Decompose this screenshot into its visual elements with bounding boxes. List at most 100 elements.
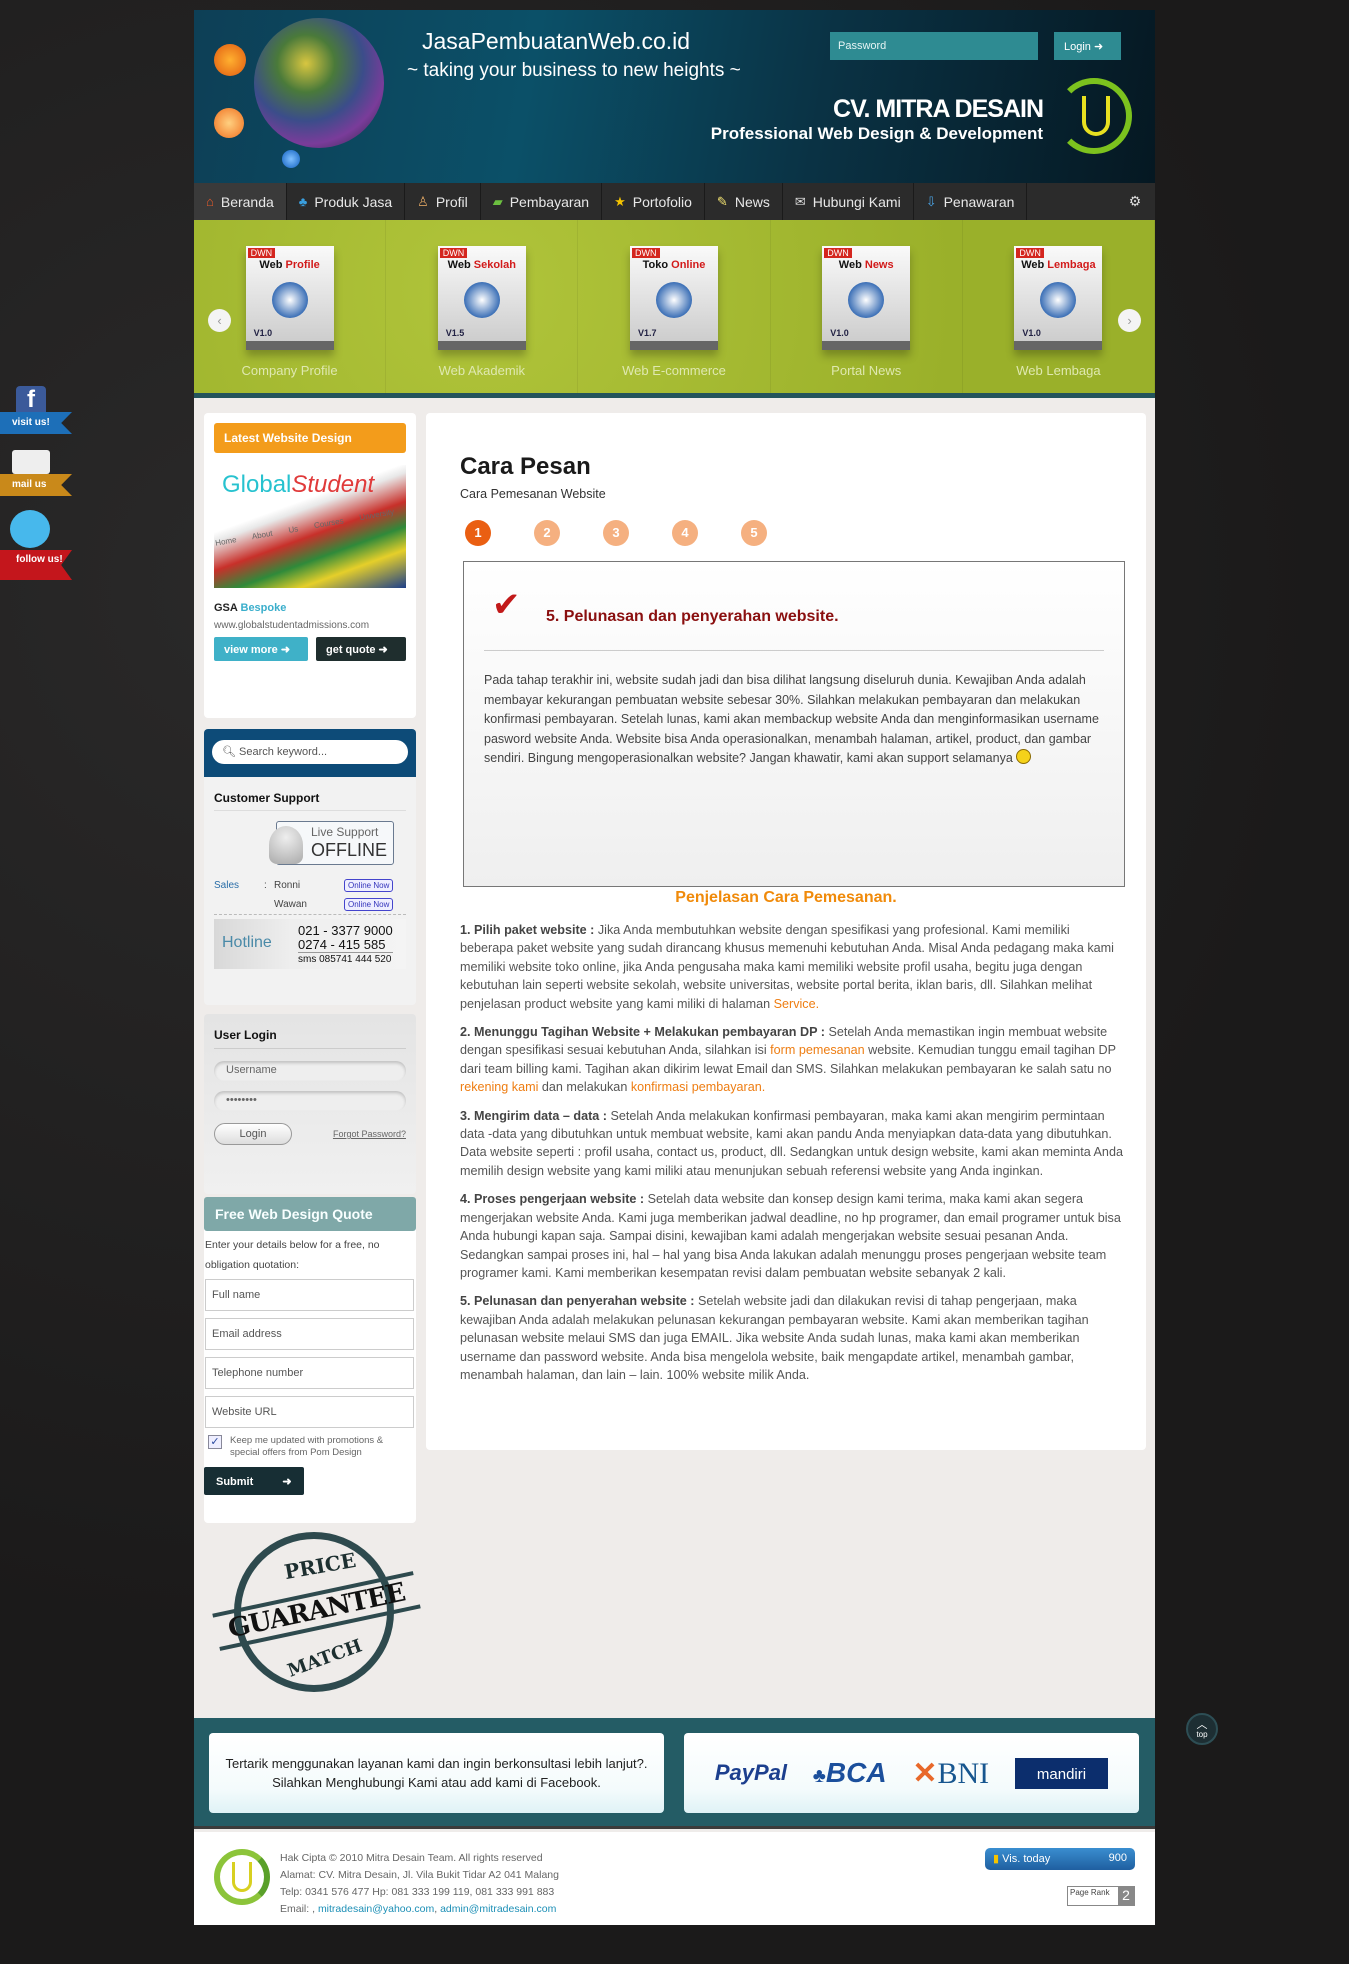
inline-link[interactable]: . (762, 1080, 766, 1094)
nav-item-profil[interactable]: ♙ Profil (405, 183, 481, 220)
explanation-list: 1. Pilih paket website : Jika Anda membu… (460, 921, 1124, 1394)
star-icon: ★ (614, 193, 626, 209)
envelope-icon (12, 450, 50, 474)
step-tab-5[interactable]: 5 (741, 520, 767, 546)
firefox-icon (214, 44, 246, 76)
search-input[interactable]: 🔍︎ Search keyword... (212, 740, 408, 764)
email-link[interactable]: admin@mitradesain.com (440, 1903, 556, 1915)
paragraph-text: dan melakukan (538, 1080, 631, 1095)
contact-band: Tertarik menggunakan layanan kami dan in… (194, 1718, 1155, 1829)
username-input[interactable]: Username (214, 1061, 406, 1081)
price-guarantee-stamp: PRICE GUARANTEE MATCH (212, 1532, 421, 1697)
nav-label: Produk Jasa (314, 193, 393, 210)
gear-icon[interactable]: ⚙ (1115, 183, 1155, 220)
explanation-paragraph: 4. Proses pengerjaan website : Setelah d… (460, 1190, 1124, 1282)
consultation-box: Tertarik menggunakan layanan kami dan in… (209, 1733, 664, 1813)
twitter-bird-icon (10, 510, 50, 548)
page-container: JasaPembuatanWeb.co.id ~ taking your bus… (194, 10, 1156, 1925)
inline-link[interactable]: . (816, 997, 820, 1011)
online-now-badge[interactable]: Online Now (344, 898, 394, 911)
paragraph-heading: 3. Mengirim data – data : (460, 1108, 607, 1123)
nav-item-hubungi-kami[interactable]: ✉ Hubungi Kami (783, 183, 914, 220)
search-icon: 🔍︎ (222, 746, 236, 758)
paragraph-heading: 5. Pelunasan dan penyerahan website : (460, 1294, 695, 1309)
company-logo-u (1082, 96, 1110, 136)
slider-next-button[interactable]: › (1118, 309, 1141, 332)
website-url-input[interactable]: Website URL (205, 1396, 414, 1428)
header: JasaPembuatanWeb.co.id ~ taking your bus… (194, 10, 1155, 183)
slider-prev-button[interactable]: ‹ (208, 309, 231, 332)
promotions-checkbox[interactable]: ✓ (208, 1435, 222, 1449)
telephone-input[interactable]: Telephone number (205, 1357, 414, 1389)
nav-label: Pembayaran (509, 193, 590, 210)
nav-item-penawaran[interactable]: ⇩ Penawaran (914, 183, 1028, 220)
shapes-icon: ♣ (298, 194, 308, 209)
email-link[interactable]: mitradesain@yahoo.com (318, 1903, 434, 1915)
twitter-follow-button[interactable]: follow us! (0, 510, 76, 580)
step-tab-1[interactable]: 1 (465, 520, 491, 546)
latest-website-name: GSA Bespoke (214, 602, 287, 614)
facebook-icon: f (16, 386, 46, 416)
explanation-paragraph: 1. Pilih paket website : Jika Anda membu… (460, 921, 1124, 1013)
header-login-button[interactable]: Login ➜ (1054, 32, 1121, 60)
inline-link[interactable]: rekening kami (460, 1080, 538, 1094)
step-tab-2[interactable]: 2 (534, 520, 560, 546)
slider-item[interactable]: DWN Web Profile V1.0 Company Profile (194, 220, 387, 393)
header-login-label: Login (1064, 41, 1091, 53)
live-support-status[interactable]: Live Support OFFLINE (269, 821, 394, 865)
inline-link[interactable]: Service (774, 997, 816, 1011)
email-input[interactable]: Email address (205, 1318, 414, 1350)
company-name: CV. MITRA DESAIN (833, 95, 1044, 123)
page-subtitle: Cara Pemesanan Website (460, 487, 606, 501)
mail-us-button[interactable]: mail us (0, 448, 76, 496)
paragraph-heading: 2. Menunggu Tagihan Website + Melakukan … (460, 1025, 825, 1040)
free-quote-panel: Free Web Design Quote Enter your details… (204, 1197, 416, 1523)
slider-item[interactable]: DWN Toko Online V1.7 Web E-commerce (578, 220, 771, 393)
footer: Hak Cipta © 2010 Mitra Desain Team. All … (194, 1832, 1155, 1925)
step-body: Pada tahap terakhir ini, website sudah j… (484, 673, 1099, 765)
product-icon (463, 282, 500, 318)
facebook-visit-button[interactable]: f visit us! (0, 386, 76, 434)
nav-item-news[interactable]: ✎ News (705, 183, 783, 220)
get-quote-button[interactable]: get quote ➜ (316, 637, 406, 661)
promotions-checkbox-label: Keep me updated with promotions & specia… (230, 1435, 384, 1458)
password-input[interactable]: •••••••• (214, 1091, 406, 1111)
nav-label: News (734, 193, 770, 210)
header-password-input[interactable]: Password (830, 32, 1038, 60)
free-quote-title: Free Web Design Quote (204, 1197, 416, 1231)
step-tab-3[interactable]: 3 (603, 520, 629, 546)
nav-item-beranda[interactable]: ⌂ Beranda (194, 183, 287, 220)
view-more-button[interactable]: view more ➜ (214, 637, 308, 661)
nav-item-portofolio[interactable]: ★ Portofolio (602, 183, 705, 220)
latest-website-image[interactable]: GlobalStudent Home About Us Courses Univ… (214, 465, 406, 588)
user-login-panel: User Login Username •••••••• Login Forgo… (204, 1014, 416, 1194)
login-button[interactable]: Login (214, 1123, 292, 1145)
inline-link[interactable]: konfirmasi pembayaran (631, 1080, 762, 1094)
slider-item[interactable]: DWN Web Sekolah V1.5 Web Akademik (386, 220, 579, 393)
nav-label: Portofolio (632, 193, 692, 210)
mail-icon: ✉ (794, 193, 806, 209)
explanation-paragraph: 2. Menunggu Tagihan Website + Melakukan … (460, 1023, 1124, 1097)
step-tab-4[interactable]: 4 (672, 520, 698, 546)
paragraph-heading: 1. Pilih paket website : (460, 923, 595, 937)
free-quote-intro: Enter your details below for a free, no … (205, 1239, 380, 1271)
nav-item-produk-jasa[interactable]: ♣ Produk Jasa (287, 183, 406, 220)
product-icon (848, 282, 885, 318)
full-name-input[interactable]: Full name (205, 1279, 414, 1311)
slider-caption: Web E-commerce (622, 363, 726, 378)
slider-item[interactable]: DWN Web News V1.0 Portal News (771, 220, 963, 393)
submit-button[interactable]: Submit ➜ (204, 1467, 304, 1495)
pagerank-badge[interactable]: Page Rank 2 (1067, 1886, 1135, 1906)
user-icon: ♙ (417, 193, 429, 209)
back-to-top-button[interactable]: ︿ top (1186, 1713, 1218, 1745)
forgot-password-link[interactable]: Forgot Password? (333, 1129, 406, 1139)
image-tabs: Home About Us Courses University (214, 507, 395, 548)
slider-item[interactable]: DWN Web Lembaga V1.0 Web Lembaga (963, 220, 1156, 393)
online-now-badge[interactable]: Online Now (344, 878, 394, 892)
nav-item-pembayaran[interactable]: ▰ Pembayaran (481, 183, 603, 220)
slider-caption: Web Lembaga (1016, 363, 1101, 378)
note-icon: ✎ (716, 193, 728, 209)
inline-link[interactable]: form pemesanan (770, 1043, 865, 1057)
product-slider: ‹ › DWN Web Profile V1.0 Company Profile DWN… (194, 220, 1156, 398)
home-icon: ⌂ (206, 194, 214, 209)
